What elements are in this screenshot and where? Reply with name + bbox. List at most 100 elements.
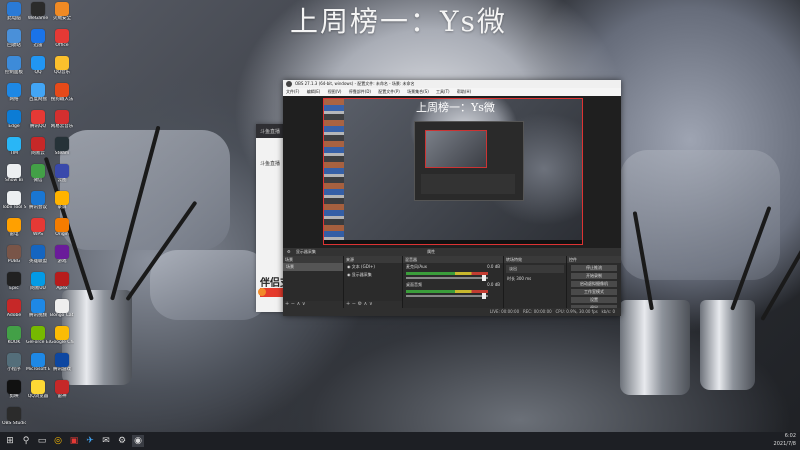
clock-date[interactable]: 2021/7/8	[774, 440, 796, 448]
scene-item[interactable]: 场景	[283, 263, 343, 271]
desktop-icon[interactable]: 搜狗输入法	[50, 83, 74, 102]
volume-fader[interactable]	[406, 293, 488, 299]
desktop-icon[interactable]: 游戏	[50, 245, 74, 264]
desktop-icon[interactable]: WPS	[26, 218, 50, 237]
desktop-icon[interactable]: 网易UU	[26, 272, 50, 291]
menu-docks[interactable]: 停靠部件(D)	[349, 89, 371, 94]
transition-type-select[interactable]: 淡出	[506, 265, 564, 273]
add-icon[interactable]: +	[285, 301, 289, 307]
desktop-icon[interactable]: 此电脑	[2, 2, 26, 21]
source-item[interactable]: ◉ 文本 (GDI+)	[344, 263, 402, 271]
desktop-icon[interactable]: 微信	[26, 164, 50, 183]
app-icon	[31, 137, 45, 151]
obs-taskbar-icon[interactable]: ◉	[132, 435, 144, 447]
desktop-icon[interactable]: 英雄联盟	[26, 245, 50, 264]
desktop-icon-label: 腾讯游戏	[53, 367, 71, 372]
desktop-icon[interactable]: 网易云音乐	[50, 110, 74, 129]
desktop-icon[interactable]: 控制面板	[2, 56, 26, 75]
desktop-icon[interactable]: 腾讯QQ	[26, 110, 50, 129]
desktop-icon[interactable]: 腾讯游戏	[50, 353, 74, 372]
desktop-icon[interactable]: 云图	[50, 164, 74, 183]
desktop-icon[interactable]: 腾讯会议	[26, 191, 50, 210]
obs-preview-canvas[interactable]: 上周榜一：Ys微	[323, 98, 583, 245]
down-icon[interactable]: ∨	[302, 301, 306, 307]
app-icon	[31, 29, 45, 43]
desktop-icon[interactable]: PUBG	[2, 245, 26, 264]
desktop-icon[interactable]: 录屏	[50, 191, 74, 210]
source-properties-label[interactable]: 属性	[427, 249, 435, 254]
system-tray[interactable]: 6:02 2021/7/8	[774, 432, 796, 450]
eye-icon[interactable]: ◉	[347, 264, 351, 269]
desktop-icon[interactable]: WeGame	[26, 2, 50, 21]
settings-icon[interactable]: ⚙	[116, 435, 128, 447]
clock-time[interactable]: 6:02	[774, 432, 796, 440]
desktop-icon[interactable]: 迅雷	[26, 29, 50, 48]
eye-icon[interactable]: ◉	[347, 272, 351, 277]
source-toolbar-label[interactable]: 显示器采集	[296, 249, 316, 254]
menu-profile[interactable]: 配置文件(P)	[378, 89, 400, 94]
desktop-icon[interactable]: 雷电	[2, 218, 26, 237]
up-icon[interactable]: ∧	[297, 301, 301, 307]
desktop-icon[interactable]: 火绒安全	[50, 2, 74, 21]
obs-window[interactable]: OBS 27.1.3 (64-bit, windows) - 配置文件: 未命名…	[283, 80, 621, 316]
start-icon[interactable]: ⊞	[4, 435, 16, 447]
desktop-icon[interactable]: Tobii Tool Screen	[2, 191, 26, 210]
desktop-icon[interactable]: Office	[50, 29, 74, 48]
chrome-icon[interactable]: ◎	[52, 435, 64, 447]
desktop-icon[interactable]: Apex	[50, 272, 74, 291]
desktop-icon[interactable]: Microsoft Edge	[26, 353, 50, 372]
transition-duration-value[interactable]: 300 ms	[516, 276, 531, 281]
stop-streaming-button[interactable]: 停止推流	[571, 265, 617, 271]
desktop-icon[interactable]: Bongo Cat Mver	[50, 299, 74, 318]
desktop-icon[interactable]: QQ浏览器	[26, 380, 50, 399]
desktop-icon[interactable]: OBS Studio	[2, 407, 26, 426]
desktop-icon[interactable]: Adobe	[2, 299, 26, 318]
gear-icon[interactable]: ⚙	[358, 301, 362, 307]
start-virtual-camera-button[interactable]: 启动虚拟摄像机	[571, 281, 617, 287]
start-recording-button[interactable]: 开始录制	[571, 273, 617, 279]
desktop-icon[interactable]: 网络	[2, 83, 26, 102]
menu-file[interactable]: 文件(F)	[286, 89, 299, 94]
task-view-icon[interactable]: ▭	[36, 435, 48, 447]
desktop-icon[interactable]: 网易云	[26, 137, 50, 156]
menu-tools[interactable]: 工具(T)	[436, 89, 450, 94]
menu-edit[interactable]: 编辑(E)	[307, 89, 321, 94]
source-item[interactable]: ◉ 显示器采集	[344, 271, 402, 279]
search-icon[interactable]: ⚲	[20, 435, 32, 447]
browser-tab-title[interactable]: 斗鱼直播	[260, 129, 280, 135]
desktop-icon[interactable]: 腾讯视频	[26, 299, 50, 318]
menu-scene-collection[interactable]: 场景集合(S)	[407, 89, 429, 94]
desktop-icon[interactable]: 小程序	[2, 353, 26, 372]
desktop-icon[interactable]: Steam	[50, 137, 74, 156]
app-icon[interactable]: ✈	[84, 435, 96, 447]
desktop-icon[interactable]: 雷神	[50, 380, 74, 399]
desktop-icon[interactable]: Google Chrome	[50, 326, 74, 345]
remove-icon[interactable]: −	[291, 301, 295, 307]
menu-view[interactable]: 视图(V)	[328, 89, 342, 94]
desktop-icon[interactable]: Origin	[50, 218, 74, 237]
add-icon[interactable]: +	[346, 301, 350, 307]
desktop-icon[interactable]: QQ	[26, 56, 50, 75]
volume-fader[interactable]	[406, 275, 488, 281]
desktop-icon[interactable]: TIM	[2, 137, 26, 156]
desktop-icon[interactable]: 剪映	[2, 380, 26, 399]
desktop-icon[interactable]: GeForce Experience	[26, 326, 50, 345]
remove-icon[interactable]: −	[352, 301, 356, 307]
desktop-icon[interactable]: QQ音乐	[50, 56, 74, 75]
desktop-icon[interactable]: Show Bi	[2, 164, 26, 183]
desktop-icon[interactable]: KOOK	[2, 326, 26, 345]
down-icon[interactable]: ∨	[369, 301, 373, 307]
settings-button[interactable]: 设置	[571, 297, 617, 303]
gear-icon[interactable]: ⚙	[287, 249, 291, 254]
menu-help[interactable]: 帮助(H)	[457, 89, 471, 94]
desktop-icon[interactable]: 回收站	[2, 29, 26, 48]
desktop-icon[interactable]: 百度网盘	[26, 83, 50, 102]
studio-mode-button[interactable]: 工作室模式	[571, 289, 617, 295]
up-icon[interactable]: ∧	[364, 301, 368, 307]
transition-duration[interactable]: 时长 300 ms	[504, 275, 566, 283]
desktop-icon[interactable]: Epic	[2, 272, 26, 291]
mail-icon[interactable]: ✉	[100, 435, 112, 447]
desktop-icon[interactable]: Edge	[2, 110, 26, 129]
app-icon[interactable]: ▣	[68, 435, 80, 447]
obs-titlebar[interactable]: OBS 27.1.3 (64-bit, windows) - 配置文件: 未命名…	[283, 80, 621, 88]
